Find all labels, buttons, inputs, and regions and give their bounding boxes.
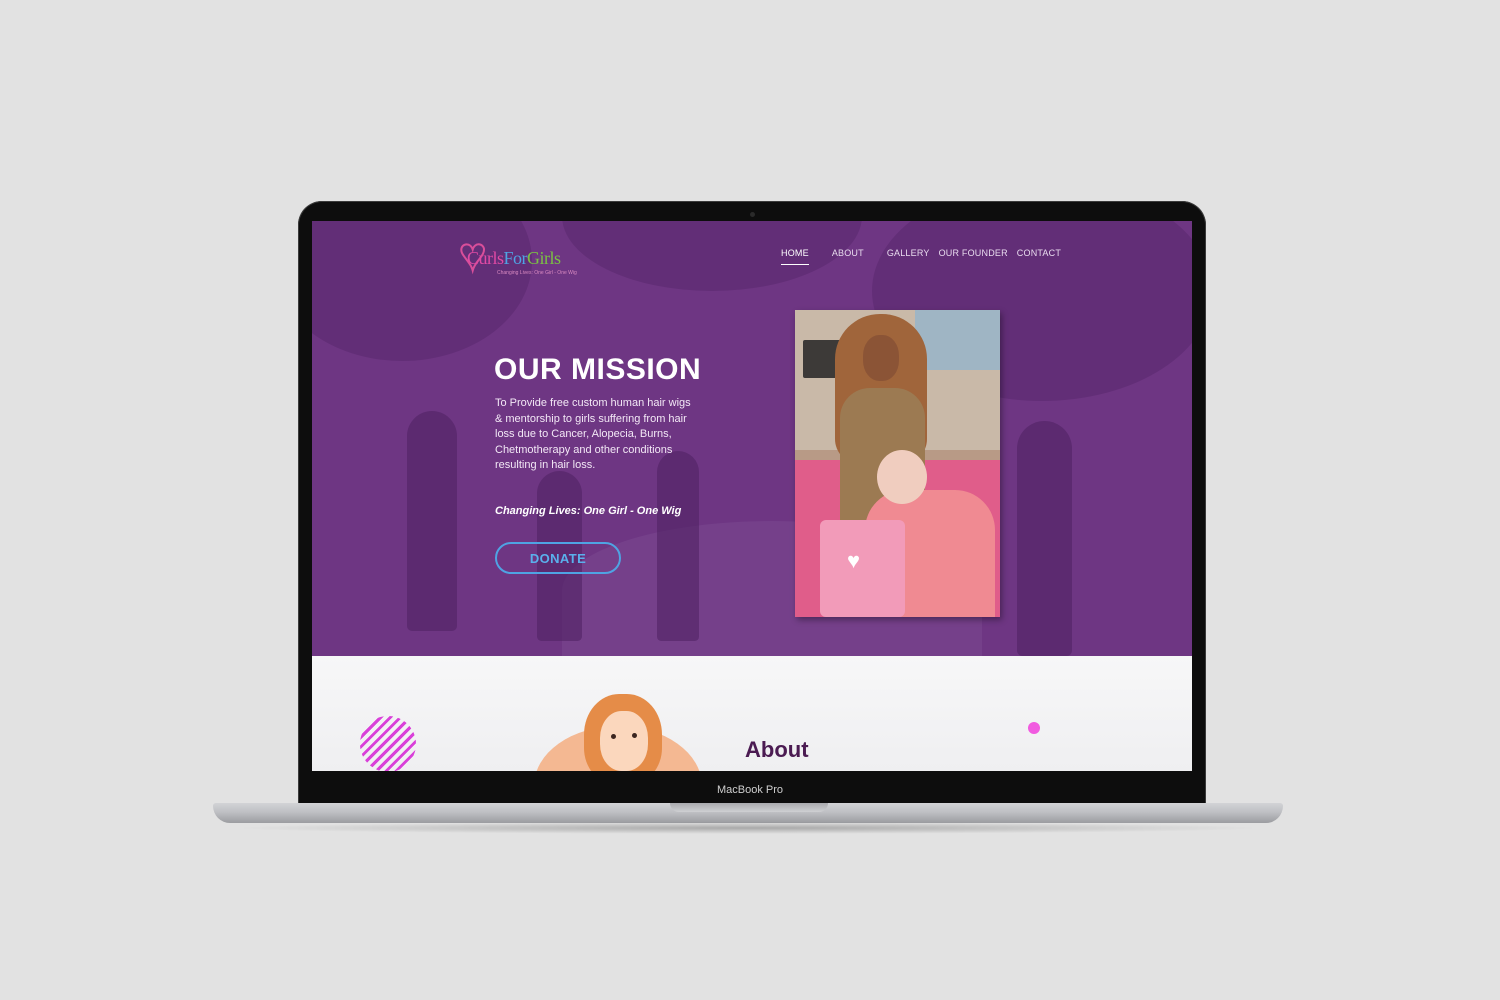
mission-text: To Provide free custom human hair wigs &… <box>495 397 691 472</box>
background-person <box>1017 421 1072 656</box>
pink-dot-decoration <box>1028 722 1040 734</box>
main-nav: HOME ABOUT GALLERY OUR FOUNDER CONTACT <box>781 248 1061 265</box>
background-person <box>657 451 699 641</box>
logo-tagline: Changing Lives: One Girl - One Wig <box>497 270 577 276</box>
hero-section: ♥ CurlsForGirls Changing Lives: One Girl… <box>312 221 1192 656</box>
donate-button[interactable]: DONATE <box>495 542 621 574</box>
illustration-face <box>600 711 648 771</box>
nav-item-contact[interactable]: CONTACT <box>1017 248 1061 258</box>
photo-gift-bag <box>820 520 905 617</box>
logo-word-girls: Girls <box>527 248 561 268</box>
nav-item-home[interactable]: HOME <box>781 248 809 265</box>
photo-cabinet <box>915 310 1000 370</box>
laptop-screen: ♥ CurlsForGirls Changing Lives: One Girl… <box>312 221 1192 771</box>
site-logo[interactable]: ♥ CurlsForGirls Changing Lives: One Girl… <box>457 229 577 279</box>
illustration-eye <box>632 733 637 738</box>
mission-title: OUR MISSION <box>494 353 702 386</box>
nav-item-about[interactable]: ABOUT <box>832 248 864 258</box>
laptop-shadow <box>230 822 1266 834</box>
nav-item-gallery[interactable]: GALLERY <box>887 248 930 258</box>
about-title: About <box>745 737 809 762</box>
laptop-notch <box>670 803 828 812</box>
mission-photo: ♥ <box>795 310 1000 617</box>
photo-woman-face <box>863 335 899 381</box>
about-section: About <box>312 656 1192 771</box>
logo-word-for: For <box>503 248 528 268</box>
device-label: MacBook Pro <box>716 784 784 796</box>
background-person <box>407 411 457 631</box>
nav-item-our-founder[interactable]: OUR FOUNDER <box>939 248 1008 258</box>
logo-wordmark: CurlsForGirls <box>467 248 561 269</box>
logo-word-curls: Curls <box>467 248 504 268</box>
camera-icon <box>750 212 755 217</box>
illustration-eye <box>611 734 616 739</box>
striped-circle-decoration <box>360 716 416 771</box>
mission-tagline: Changing Lives: One Girl - One Wig <box>495 505 682 517</box>
photo-girl-head <box>877 450 927 504</box>
bag-heart-icon: ♥ <box>847 548 861 573</box>
